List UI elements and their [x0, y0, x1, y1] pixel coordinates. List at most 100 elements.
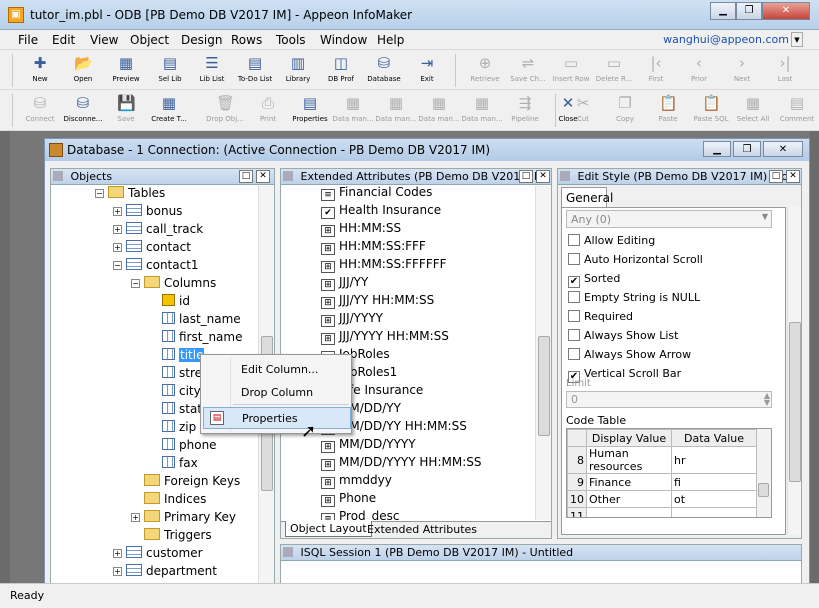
ext-scrollbar[interactable] [535, 186, 551, 520]
ext-attr-item[interactable]: ✔ Health Insurance [321, 203, 441, 221]
display-value-cell[interactable] [586, 507, 672, 517]
save-ch-button[interactable]: ⇌ Save Ch... [507, 52, 549, 83]
tree-item[interactable]: − Tables [95, 186, 165, 204]
scroll-thumb[interactable] [538, 336, 550, 436]
table-row[interactable]: 11 [567, 507, 757, 517]
data-value-cell[interactable]: ot [671, 490, 757, 508]
next-button[interactable]: › Next [721, 52, 763, 83]
db-prof-button[interactable]: ◫ DB Prof [320, 52, 362, 83]
library-button[interactable]: ▥ Library [277, 52, 319, 83]
tab-extended-attributes[interactable]: Extended Attributes [363, 522, 481, 537]
ext-attr-item[interactable]: ⊞ JJJ/YYYY HH:MM:SS [321, 329, 449, 347]
tree-item[interactable]: + customer [113, 546, 203, 564]
db-close-button[interactable]: ✕ [763, 141, 803, 157]
ext-attr-item[interactable]: ≡ Prod_desc [321, 509, 400, 520]
paste-button[interactable]: 📋 Paste [647, 92, 689, 123]
table-row[interactable]: 8 Human resources hr [567, 446, 757, 474]
data-value-cell[interactable]: fi [671, 473, 757, 491]
menu-item-edit-column[interactable]: Edit Column... [241, 363, 318, 376]
data-value-cell[interactable]: hr [671, 446, 757, 474]
create-t-button[interactable]: ▦ Create T... [148, 92, 190, 123]
tree-item[interactable]: + department [113, 564, 217, 582]
tree-item[interactable]: Triggers [144, 528, 212, 546]
menu-file[interactable]: File [18, 33, 38, 47]
menu-help[interactable]: Help [377, 33, 404, 47]
menu-rows[interactable]: Rows [231, 33, 262, 47]
close-pane-icon[interactable]: ✕ [256, 170, 270, 183]
properties-button[interactable]: ▤ Properties [289, 92, 331, 123]
preview-button[interactable]: ▦ Preview [105, 52, 147, 83]
menu-item-drop-column[interactable]: Drop Column [241, 386, 313, 399]
edit-style-scrollbar[interactable] [787, 207, 801, 535]
tree-item[interactable]: phone [162, 438, 217, 456]
tree-item[interactable]: − contact1 [113, 258, 199, 276]
expand-icon[interactable]: + [113, 549, 122, 558]
option-always-show-arrow[interactable]: Always Show Arrow [568, 348, 691, 361]
minimize-button[interactable]: ▁ [710, 2, 736, 20]
tree-item[interactable]: first_name [162, 330, 242, 348]
db-minimize-button[interactable]: ▁ [703, 141, 731, 157]
checkbox-icon[interactable] [568, 329, 580, 341]
save-button[interactable]: 💾 Save [105, 92, 147, 123]
option-empty-string-is-null[interactable]: Empty String is NULL [568, 291, 700, 304]
lib-list-button[interactable]: ☰ Lib List [191, 52, 233, 83]
ext-attr-item[interactable]: ⊞ JJJ/YYYY [321, 311, 383, 329]
menu-window[interactable]: Window [320, 33, 367, 47]
ext-attr-item[interactable]: ⊞ HH:MM:SS:FFFFFF [321, 257, 447, 275]
disconne-button[interactable]: ⛁ Disconne... [62, 92, 104, 123]
collapse-icon[interactable]: − [131, 279, 140, 288]
open-button[interactable]: 📂 Open [62, 52, 104, 83]
menu-object[interactable]: Object [130, 33, 169, 47]
data-value-cell[interactable] [671, 507, 757, 517]
ext-attr-item[interactable]: ⊞ MM/DD/YYYY [321, 437, 416, 455]
ext-attr-item[interactable]: ⊞ mmddyy [321, 473, 392, 491]
maximize-button[interactable]: ❐ [736, 2, 762, 20]
comment-button[interactable]: ▤ Comment [776, 92, 818, 123]
data-man-button[interactable]: ▦ Data man... [461, 92, 503, 123]
option-sorted[interactable]: ✔ Sorted [568, 272, 620, 288]
chevron-down-icon[interactable]: ▼ [791, 32, 803, 47]
close-window-button[interactable]: ✕ [762, 2, 810, 20]
close-pane-icon[interactable]: ✕ [536, 170, 550, 183]
spinner-icon[interactable]: ▲ ▼ [764, 392, 770, 407]
limit-input[interactable]: 0 ▲ ▼ [566, 391, 772, 408]
copy-button[interactable]: ❐ Copy [604, 92, 646, 123]
menu-view[interactable]: View [90, 33, 118, 47]
checkbox-icon[interactable] [568, 253, 580, 265]
drop-obj-button[interactable]: 🗑 Drop Obj... [204, 92, 246, 123]
code-table-scrollbar[interactable] [757, 429, 771, 517]
expand-icon[interactable]: + [113, 243, 122, 252]
option-allow-editing[interactable]: Allow Editing [568, 234, 655, 247]
select-all-button[interactable]: ▦ Select All [732, 92, 774, 123]
new-button[interactable]: ✚ New [19, 52, 61, 83]
ext-attr-item[interactable]: ⊞ HH:MM:SS:FFF [321, 239, 426, 257]
menu-tools[interactable]: Tools [276, 33, 306, 47]
checkbox-icon[interactable] [568, 310, 580, 322]
collapse-icon[interactable]: − [95, 189, 104, 198]
table-row[interactable]: 9 Finance fi [567, 473, 757, 491]
sel-lib-button[interactable]: ▤ Sel Lib [149, 52, 191, 83]
close-pane-icon[interactable]: ✕ [786, 170, 800, 183]
menu-edit[interactable]: Edit [52, 33, 75, 47]
cut-button[interactable]: ✂ Cut [562, 92, 604, 123]
print-button[interactable]: ⎙ Print [247, 92, 289, 123]
tree-item[interactable]: title [162, 348, 205, 366]
tree-item[interactable]: + contact [113, 240, 191, 258]
insert-row-button[interactable]: ▭ Insert Row [550, 52, 592, 83]
tree-item[interactable]: + Primary Key [131, 510, 236, 528]
option-required[interactable]: Required [568, 310, 633, 323]
data-man-button[interactable]: ▦ Data man... [418, 92, 460, 123]
db-restore-button[interactable]: ❐ [733, 141, 761, 157]
checkbox-icon[interactable] [568, 291, 580, 303]
tree-item[interactable]: fax [162, 456, 198, 474]
expand-icon[interactable]: + [113, 567, 122, 576]
chevron-down-icon[interactable]: ▼ [762, 212, 768, 221]
first-button[interactable]: |‹ First [635, 52, 677, 83]
tree-item[interactable]: − Columns [131, 276, 216, 294]
exit-button[interactable]: ⇥ Exit [406, 52, 448, 83]
checkbox-icon[interactable]: ✔ [568, 276, 580, 288]
menu-design[interactable]: Design [181, 33, 222, 47]
collapse-icon[interactable]: − [113, 261, 122, 270]
table-row[interactable]: 10 Other ot [567, 490, 757, 508]
ext-attr-item[interactable]: ⊞ Phone [321, 491, 376, 509]
